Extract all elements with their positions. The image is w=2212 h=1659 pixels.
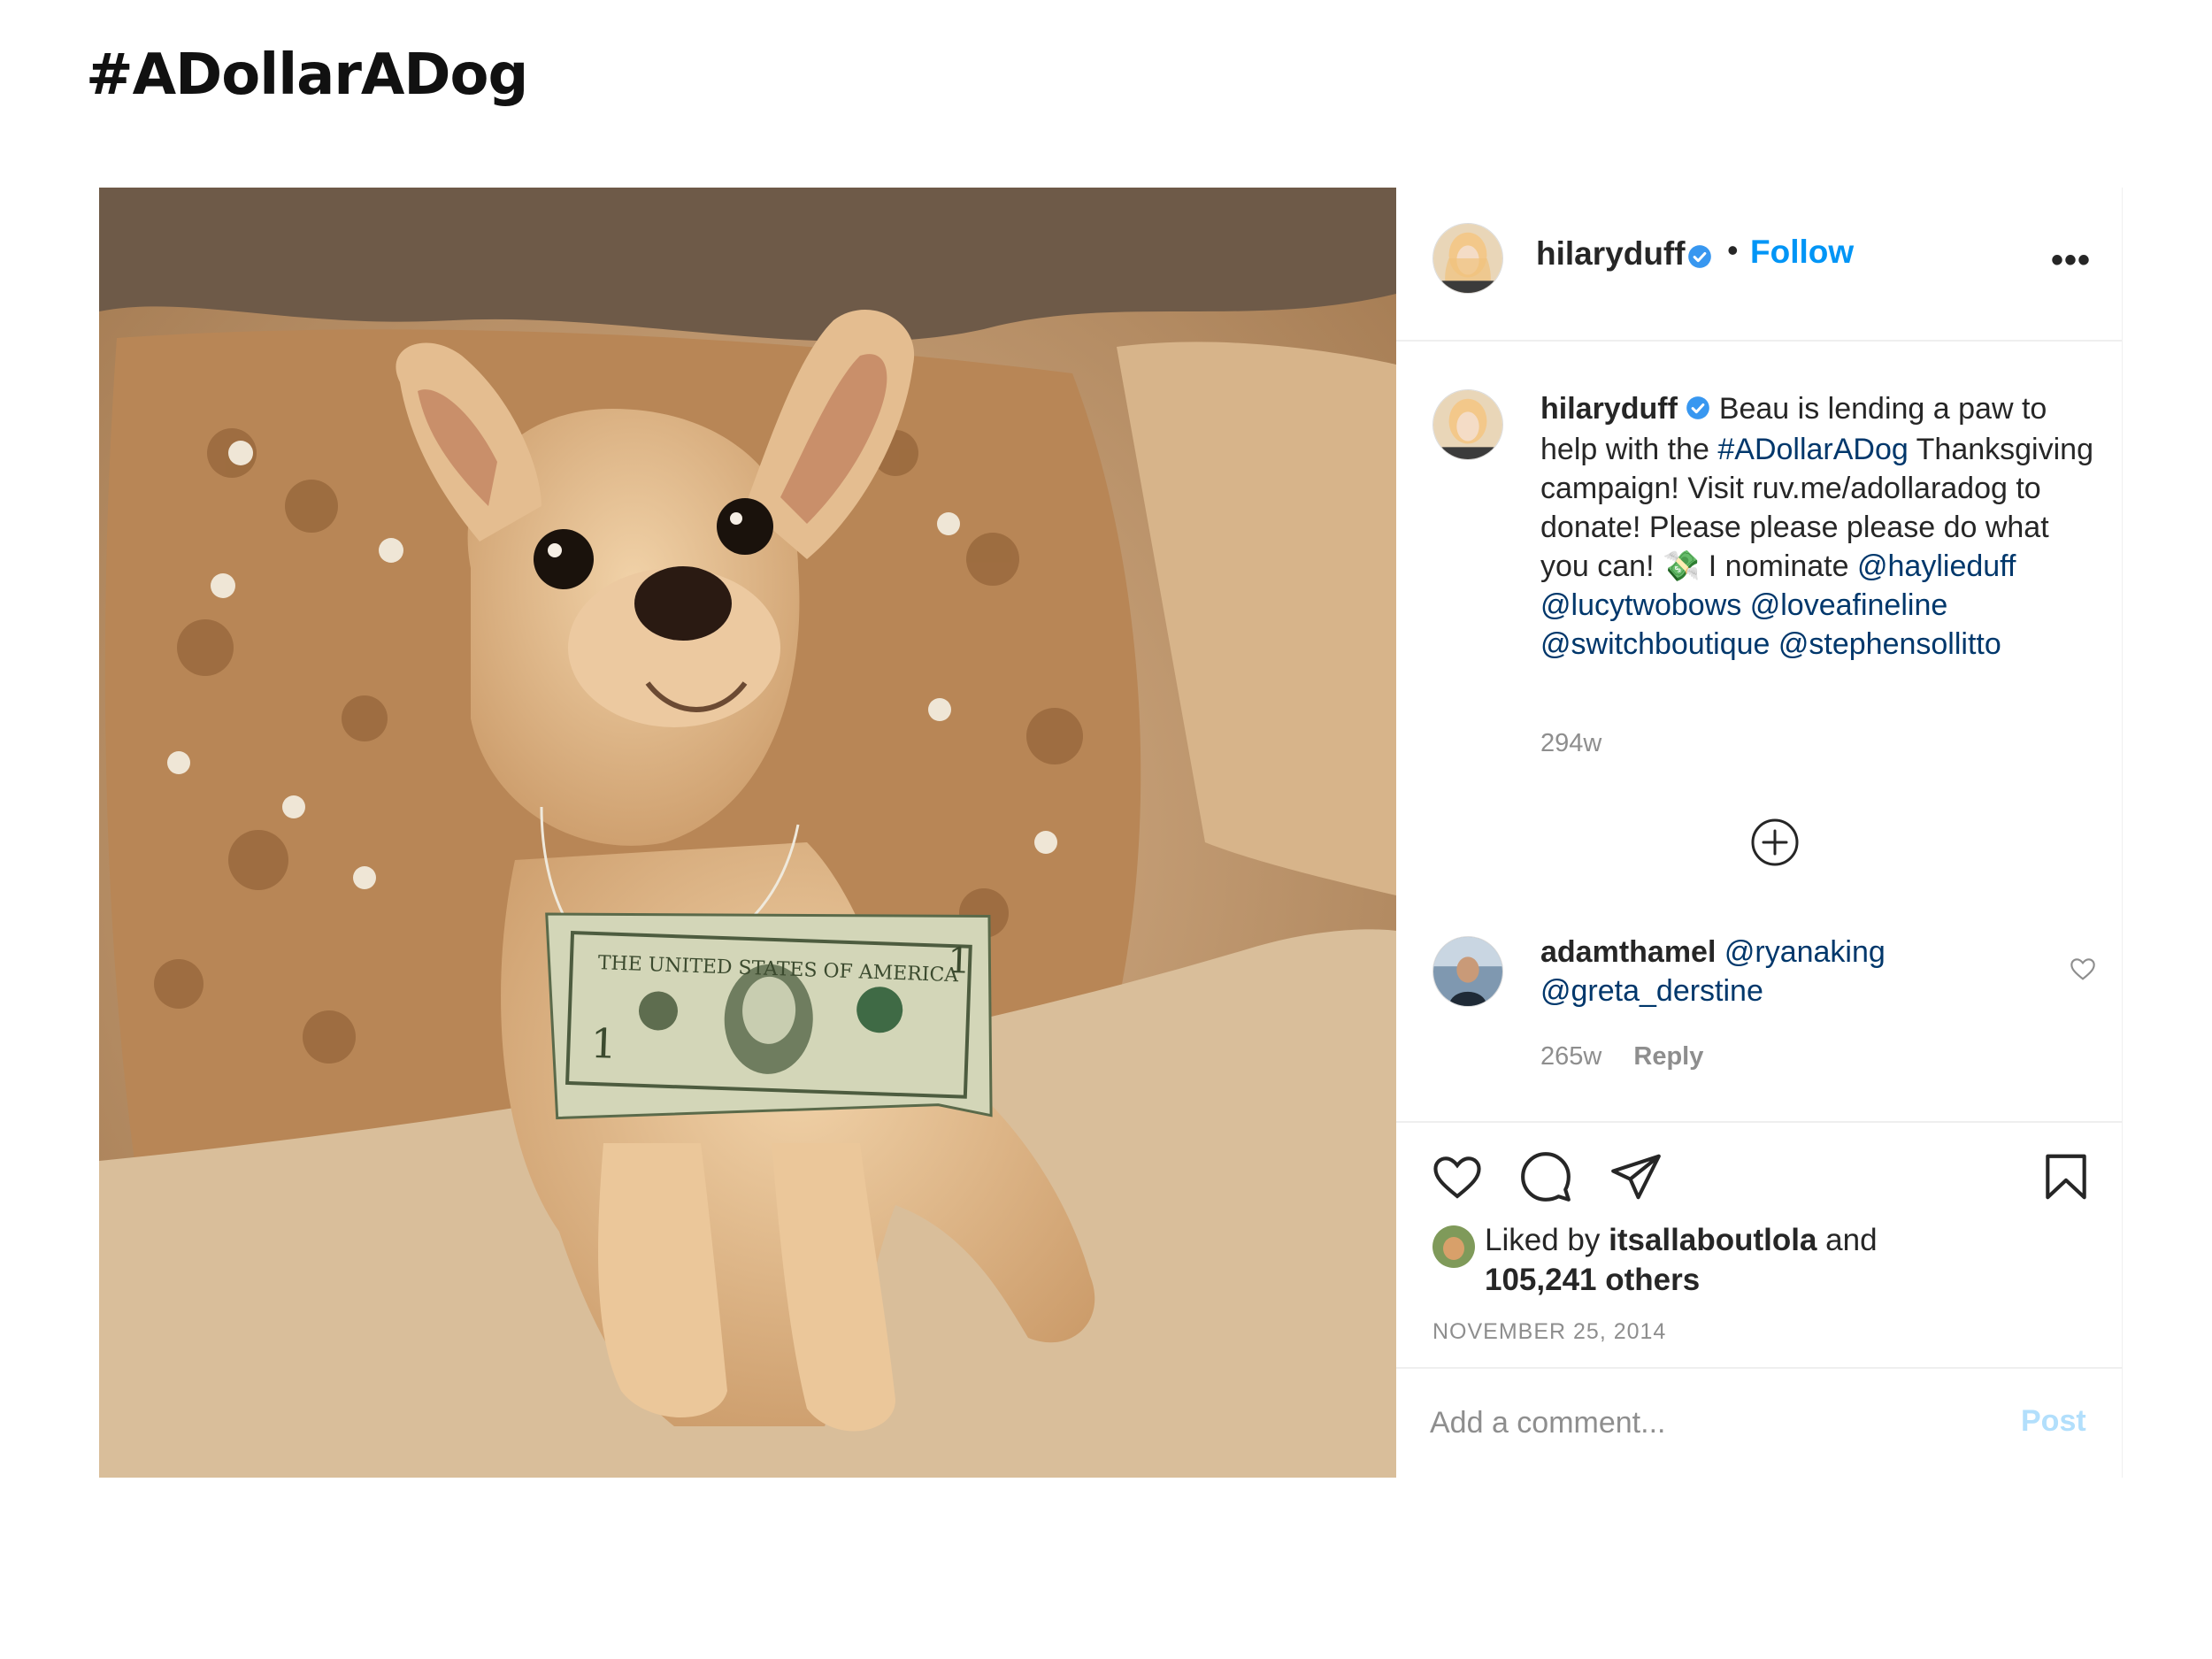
post-header: hilaryduff • Follow •••: [1396, 188, 2122, 342]
mention-link[interactable]: @haylieduff: [1857, 549, 2016, 583]
svg-text:1: 1: [947, 941, 971, 982]
caption-timestamp[interactable]: 294w: [1540, 729, 1601, 758]
mention-link[interactable]: @switchboutique: [1540, 627, 1770, 661]
hashtag-link[interactable]: #ADollarADog: [1717, 433, 1908, 466]
money-emoji-icon: 💸: [1662, 549, 1701, 584]
mention-link[interactable]: @lucytwobows: [1540, 588, 1741, 622]
comment-timestamp[interactable]: 265w: [1540, 1042, 1601, 1071]
reply-button[interactable]: Reply: [1633, 1042, 1703, 1071]
post-comment-button[interactable]: Post: [2021, 1404, 2086, 1439]
mention-link[interactable]: @loveafineline: [1750, 588, 1948, 622]
liker-avatar[interactable]: [1432, 1225, 1475, 1268]
liker-username[interactable]: itsallaboutlola: [1609, 1223, 1816, 1257]
mention-link[interactable]: @ryanaking: [1724, 935, 1886, 969]
caption-body-3: I nominate: [1708, 549, 1849, 584]
likes-prefix: Liked by: [1485, 1223, 1601, 1257]
comment-text: adamthamel @ryanaking @greta_derstine: [1540, 933, 2036, 1010]
more-options-icon[interactable]: •••: [2051, 241, 2091, 280]
load-more-comments-icon[interactable]: [1750, 818, 1800, 867]
mention-link[interactable]: @greta_derstine: [1540, 974, 1763, 1008]
like-heart-icon[interactable]: [1430, 1149, 1485, 1204]
post-side-panel: hilaryduff • Follow ••• hilaryduff Beau …: [1396, 188, 2123, 1478]
page-title: #ADollarADog: [86, 42, 528, 108]
separator-dot: •: [1727, 232, 1739, 268]
likes-and: and: [1825, 1223, 1878, 1257]
puppy-photo-illustration: THE UNITED STATES OF AMERICA 1 1: [99, 188, 1396, 1478]
caption-text: hilaryduff Beau is lending a paw to help…: [1540, 389, 2098, 664]
author-avatar[interactable]: [1432, 223, 1503, 294]
svg-text:1: 1: [590, 1019, 618, 1068]
add-comment-input[interactable]: [1430, 1401, 1961, 1445]
follow-button[interactable]: Follow: [1750, 234, 1854, 271]
likes-text: Liked by itsallaboutlola and 105,241 oth…: [1485, 1220, 2104, 1300]
save-bookmark-icon[interactable]: [2039, 1149, 2093, 1204]
post-date[interactable]: NOVEMBER 25, 2014: [1432, 1319, 1666, 1345]
mention-link[interactable]: @stephensollitto: [1778, 627, 2001, 661]
commenter-username[interactable]: adamthamel: [1540, 935, 1716, 969]
likes-others-count[interactable]: 105,241 others: [1485, 1263, 1700, 1297]
comment-like-heart-icon[interactable]: [2069, 955, 2097, 983]
post-photo[interactable]: THE UNITED STATES OF AMERICA 1 1: [99, 188, 1396, 1478]
caption-username[interactable]: hilaryduff: [1540, 392, 1678, 426]
author-username[interactable]: hilaryduff: [1536, 235, 1686, 273]
comment-bubble-icon[interactable]: [1518, 1149, 1573, 1204]
verified-badge-icon: [1687, 244, 1712, 273]
verified-badge-icon: [1686, 391, 1710, 430]
caption-author-avatar[interactable]: [1432, 389, 1503, 460]
commenter-avatar[interactable]: [1432, 936, 1503, 1007]
add-comment-bar: Post: [1396, 1367, 2122, 1479]
comment-meta: 265w Reply: [1540, 1042, 1703, 1071]
share-paper-plane-icon[interactable]: [1609, 1149, 1663, 1204]
